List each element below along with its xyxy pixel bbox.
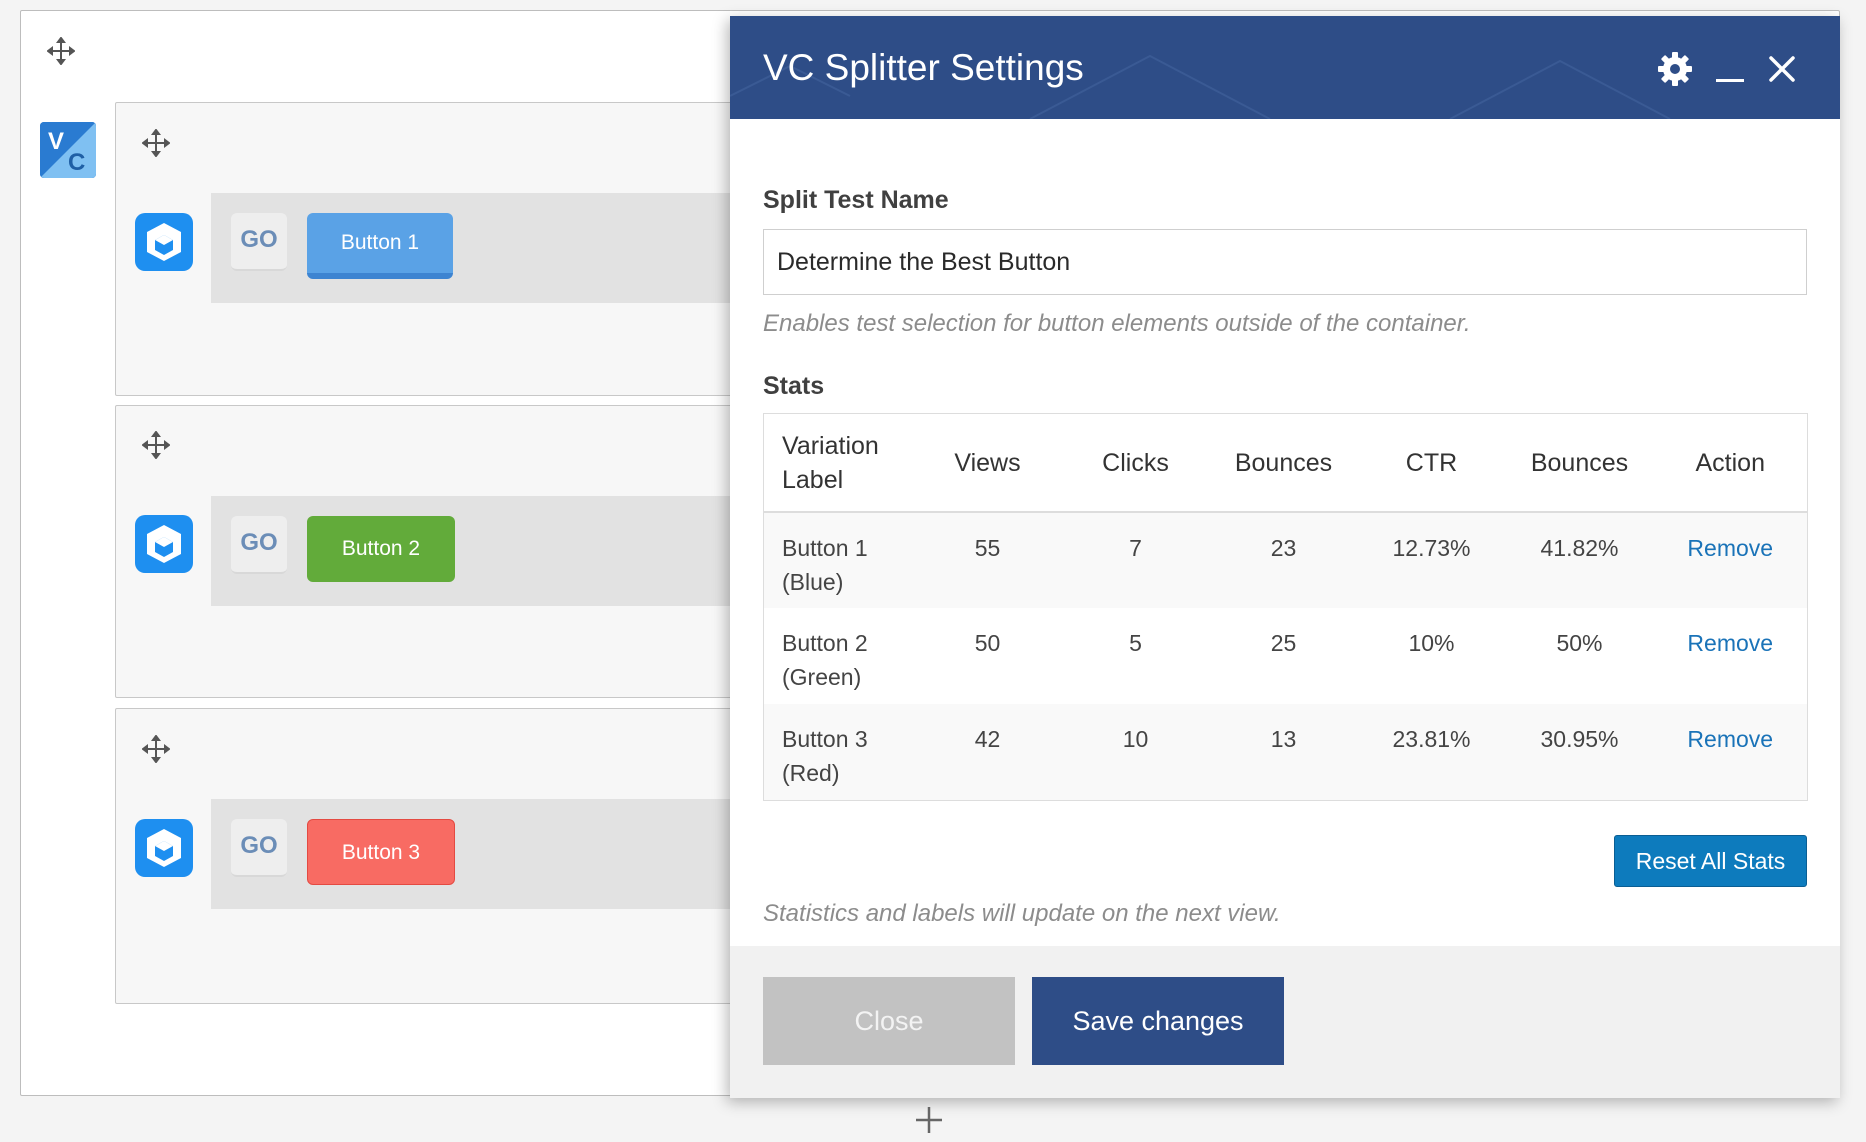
col-header-action: Action [1653,413,1808,513]
table-row: Button 2 (Green) 50 5 25 10% 50% Remove [763,608,1808,704]
bounces-cell: 25 [1209,608,1358,704]
vc-logo-icon: V C [40,122,96,178]
col-header-clicks: Clicks [1061,413,1210,513]
split-test-help-text: Enables test selection for button elemen… [763,310,1471,337]
bounce-rate-cell: 41.82% [1505,512,1654,608]
split-test-name-label: Split Test Name [763,186,949,214]
splitter-settings-modal: VC Splitter Settings Split Test Name Det… [730,16,1840,1098]
svg-text:V: V [48,128,64,155]
variation-label-cell: Button 1 (Blue) [763,512,914,608]
drag-handle-icon[interactable] [47,37,75,65]
drag-handle-icon[interactable] [142,735,170,763]
bounce-rate-cell: 50% [1505,608,1654,704]
action-cell: Remove [1653,608,1808,704]
split-test-name-input[interactable] [763,229,1807,295]
modal-title: VC Splitter Settings [763,47,1084,88]
drag-handle-icon[interactable] [142,129,170,157]
element-cube-icon [135,213,193,271]
element-cube-icon [135,819,193,877]
stats-label: Stats [763,372,825,400]
views-cell: 42 [913,704,1062,800]
row-container: GO Button 3 [115,708,851,1004]
minimize-icon[interactable] [1710,49,1750,89]
go-badge: GO [231,819,287,877]
remove-link[interactable]: Remove [1687,535,1773,561]
clicks-cell: 5 [1061,608,1210,704]
remove-link[interactable]: Remove [1687,630,1773,656]
variation-label-cell: Button 3 (Red) [763,704,914,800]
views-cell: 55 [913,512,1062,608]
footer-note: Statistics and labels will update on the… [763,900,1281,927]
action-cell: Remove [1653,704,1808,800]
button-1[interactable]: Button 1 [307,213,453,279]
variation-label-cell: Button 2 (Green) [763,608,914,704]
row-container: GO Button 1 [115,102,851,396]
bounces-cell: 23 [1209,512,1358,608]
col-header-variation-label: Variation Label [763,413,914,513]
element-cube-icon [135,515,193,573]
col-header-views: Views [913,413,1062,513]
add-element-icon[interactable] [914,1105,944,1135]
remove-link[interactable]: Remove [1687,726,1773,752]
close-button[interactable]: Close [763,977,1015,1065]
ctr-cell: 23.81% [1357,704,1506,800]
close-icon[interactable] [1762,49,1802,89]
go-badge: GO [231,213,287,271]
row-container: GO Button 2 [115,405,851,698]
bounces-cell: 13 [1209,704,1358,800]
button-3[interactable]: Button 3 [307,819,455,885]
table-header-row: Variation Label Views Clicks Bounces CTR… [763,413,1808,513]
modal-footer: Close Save changes [730,946,1840,1098]
svg-text:C: C [68,149,85,176]
table-row: Button 3 (Red) 42 10 13 23.81% 30.95% Re… [763,704,1808,800]
col-header-bounces: Bounces [1209,413,1358,513]
bounce-rate-cell: 30.95% [1505,704,1654,800]
modal-header: VC Splitter Settings [730,16,1840,119]
table-row: Button 1 (Blue) 55 7 23 12.73% 41.82% Re… [763,512,1808,608]
col-header-bounce-rate: Bounces [1505,413,1654,513]
col-header-ctr: CTR [1357,413,1506,513]
clicks-cell: 7 [1061,512,1210,608]
gear-icon[interactable] [1655,49,1695,89]
ctr-cell: 10% [1357,608,1506,704]
stats-table: Variation Label Views Clicks Bounces CTR… [763,413,1808,801]
ctr-cell: 12.73% [1357,512,1506,608]
button-2[interactable]: Button 2 [307,516,455,582]
go-badge: GO [231,516,287,574]
save-changes-button[interactable]: Save changes [1032,977,1284,1065]
views-cell: 50 [913,608,1062,704]
reset-all-stats-button[interactable]: Reset All Stats [1614,835,1807,887]
drag-handle-icon[interactable] [142,431,170,459]
action-cell: Remove [1653,512,1808,608]
clicks-cell: 10 [1061,704,1210,800]
